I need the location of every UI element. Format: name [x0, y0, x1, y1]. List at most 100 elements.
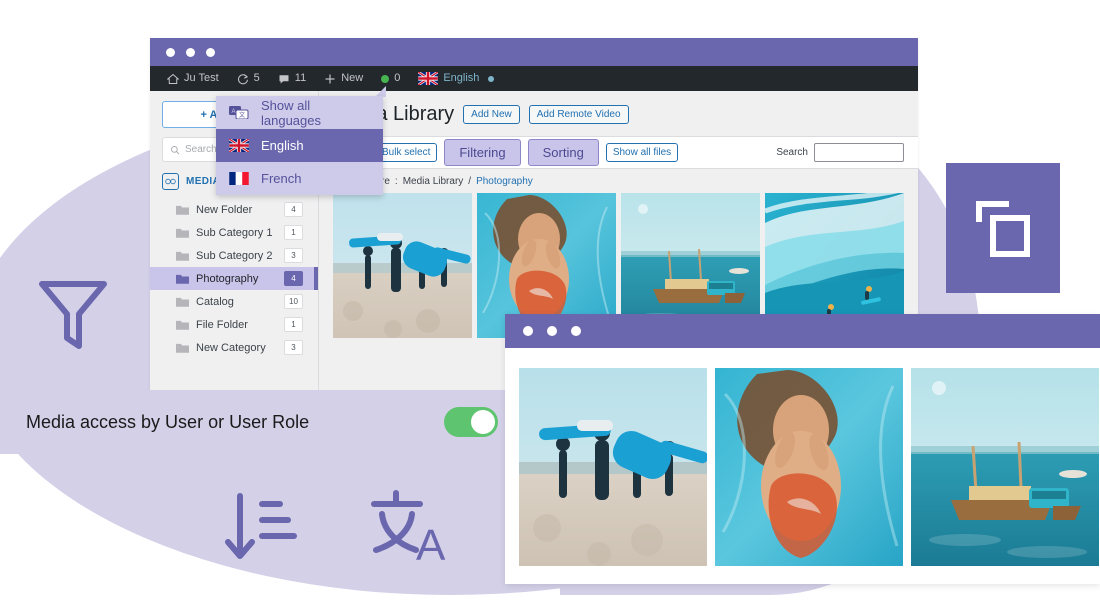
comments-count: 11: [294, 72, 307, 84]
folder-row-4[interactable]: Catalog 10: [162, 290, 306, 313]
uk-flag-icon: [418, 72, 439, 85]
notice-dot-icon: [381, 74, 390, 83]
notice-count: 0: [394, 72, 401, 84]
media-library-icon: [162, 173, 179, 190]
svg-text:文: 文: [239, 111, 245, 119]
sorting-button[interactable]: Sorting: [527, 139, 599, 166]
front-thumb-underwater[interactable]: [715, 368, 903, 566]
breadcrumb-current[interactable]: Photography: [476, 176, 533, 187]
toggle-knob: [471, 410, 495, 434]
menu-item-show-all-languages[interactable]: A 文 Show all languages: [216, 96, 383, 129]
language-label: English: [443, 72, 480, 84]
folder-icon: [176, 320, 189, 330]
folder-row-photography[interactable]: Photography 4: [150, 267, 318, 290]
french-label: French: [261, 171, 302, 186]
show-all-languages-icon: A 文: [229, 106, 249, 119]
media-access-toggle[interactable]: [444, 407, 498, 437]
admin-bar-language[interactable]: English: [409, 66, 503, 91]
svg-text:A: A: [416, 521, 446, 566]
folder-name: New Folder: [196, 203, 253, 216]
window-titlebar: [150, 38, 918, 66]
updates-icon: [237, 73, 248, 84]
folder-icon: [176, 251, 189, 261]
new-label: New: [341, 72, 364, 84]
language-dropdown-menu: A 文 Show all languages English French: [216, 96, 383, 195]
front-window-titlebar: [505, 314, 1100, 348]
media-access-label: Media access by User or User Role: [26, 411, 310, 432]
home-icon: [167, 73, 179, 84]
bulk-select-button[interactable]: Bulk select: [375, 143, 438, 162]
folder-row-1[interactable]: Sub Category 1 1: [162, 221, 306, 244]
add-remote-video-button[interactable]: Add Remote Video: [528, 105, 629, 124]
admin-bar-updates[interactable]: 5: [228, 66, 269, 91]
menu-item-french[interactable]: French: [216, 162, 383, 195]
media-toolbar: Bulk select Filtering Sorting Show all f…: [319, 136, 918, 169]
toolbar-search: Search: [776, 143, 904, 162]
folder-count: 4: [284, 202, 303, 217]
folder-name: File Folder: [196, 318, 248, 331]
search-input[interactable]: [814, 143, 904, 162]
sort-descending-icon: [222, 490, 298, 571]
folder-count: 1: [284, 225, 303, 240]
comment-icon: [279, 74, 289, 83]
folder-icon: [176, 228, 189, 238]
breadcrumb-root[interactable]: Media Library: [403, 176, 464, 187]
show-all-files-button[interactable]: Show all files: [605, 143, 679, 162]
search-label: Search: [776, 147, 808, 158]
front-media-grid: [505, 348, 1100, 566]
folder-icon: [176, 274, 189, 284]
folder-count: 4: [284, 271, 303, 286]
folder-name: Photography: [196, 272, 259, 285]
admin-bar-comments[interactable]: 11: [269, 66, 315, 91]
admin-bar-site-name[interactable]: Ju Test: [158, 66, 228, 91]
media-access-banner: Media access by User or User Role: [0, 390, 524, 454]
breadcrumb-separator: :: [394, 176, 398, 187]
media-thumb-surfers[interactable]: [333, 193, 472, 338]
search-icon: [171, 145, 180, 154]
filter-funnel-icon: [38, 278, 108, 359]
folder-tree: New Folder 4 Sub Category 1 1 Sub Catego…: [150, 198, 318, 359]
admin-bar-new[interactable]: New: [315, 66, 372, 91]
svg-text:A: A: [232, 109, 236, 115]
front-window-close-dot[interactable]: [523, 326, 533, 336]
folder-count: 3: [284, 340, 303, 355]
front-thumb-boats[interactable]: [911, 368, 1099, 566]
plus-icon: [325, 74, 335, 83]
window-minimize-dot[interactable]: [186, 47, 195, 57]
folder-row-5[interactable]: File Folder 1: [162, 313, 306, 336]
page-header: Media Library Add New Add Remote Video: [319, 91, 918, 136]
translate-icon: A: [368, 488, 454, 571]
folder-count: 3: [284, 248, 303, 263]
breadcrumb-slash: /: [468, 176, 472, 187]
folder-row-6[interactable]: New Category 3: [162, 336, 306, 359]
screenshot-stage: A Ju Test 5 11 New 0 English + Search ME…: [0, 0, 1100, 616]
media-preview-window: [505, 314, 1100, 584]
filtering-button[interactable]: Filtering: [444, 139, 521, 166]
folder-name: New Category: [196, 341, 266, 354]
folder-row-2[interactable]: Sub Category 2 3: [162, 244, 306, 267]
france-flag-icon: [229, 172, 249, 185]
language-bullet-icon: [488, 75, 495, 82]
menu-item-english[interactable]: English: [216, 129, 383, 162]
show-all-languages-label: Show all languages: [261, 97, 321, 128]
updates-count: 5: [253, 72, 260, 84]
folder-name: Sub Category 1: [196, 226, 273, 239]
folder-count: 1: [284, 317, 303, 332]
front-window-minimize-dot[interactable]: [547, 326, 557, 336]
add-new-button[interactable]: Add New: [463, 105, 520, 124]
folder-search-placeholder: Search: [185, 144, 217, 155]
front-thumb-surfers[interactable]: [519, 368, 707, 566]
window-close-dot[interactable]: [166, 47, 175, 57]
duplicate-copy-icon: [946, 163, 1060, 293]
folder-count: 10: [284, 294, 303, 309]
breadcrumb: You are here : Media Library / Photograp…: [319, 169, 918, 193]
window-maximize-dot[interactable]: [206, 47, 215, 57]
folder-icon: [176, 205, 189, 215]
site-name-label: Ju Test: [184, 72, 219, 84]
uk-flag-icon: [229, 139, 249, 152]
folder-row-0[interactable]: New Folder 4: [162, 198, 306, 221]
front-window-maximize-dot[interactable]: [571, 326, 581, 336]
wp-admin-bar: Ju Test 5 11 New 0 English: [150, 66, 918, 91]
folder-icon: [176, 297, 189, 307]
folder-name: Sub Category 2: [196, 249, 273, 262]
